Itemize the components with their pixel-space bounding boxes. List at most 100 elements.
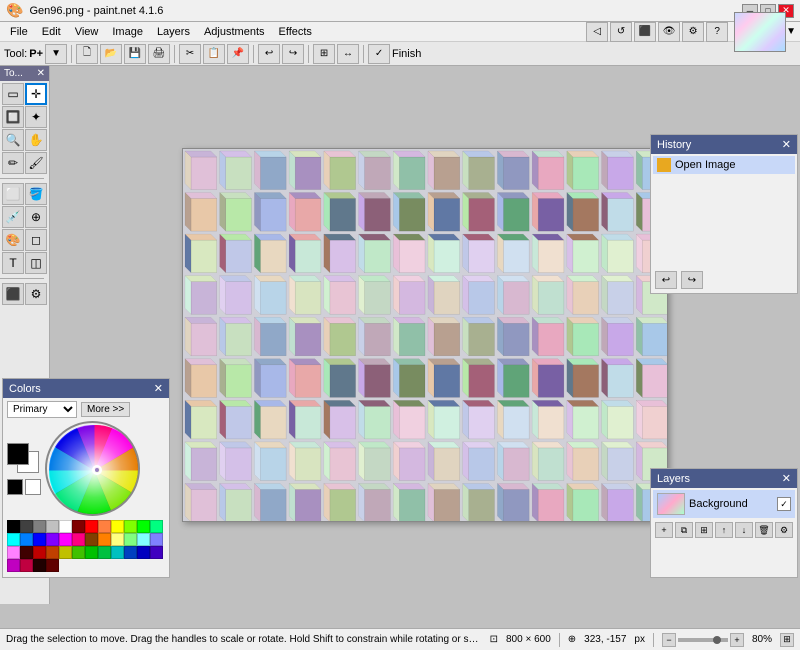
layer-up-btn[interactable]: ↑ xyxy=(715,522,733,538)
palette-color[interactable] xyxy=(7,546,20,559)
palette-color[interactable] xyxy=(33,546,46,559)
tb-crop[interactable]: ⊞ xyxy=(313,44,335,64)
palette-color[interactable] xyxy=(59,533,72,546)
history-redo-btn[interactable]: ↪ xyxy=(681,271,703,289)
tb-redo[interactable]: ↪ xyxy=(282,44,304,64)
tool-zoom[interactable]: 🔍 xyxy=(2,129,24,151)
menu-image[interactable]: Image xyxy=(106,24,149,40)
layer-merge-btn[interactable]: ⊞ xyxy=(695,522,713,538)
palette-color[interactable] xyxy=(137,533,150,546)
tool-pan[interactable]: ✋ xyxy=(25,129,47,151)
tb-save[interactable]: 💾 xyxy=(124,44,146,64)
layer-down-btn[interactable]: ↓ xyxy=(735,522,753,538)
settings-btn[interactable]: ⚙ xyxy=(682,22,704,42)
colors-close-btn[interactable]: ✕ xyxy=(154,382,163,395)
palette-color[interactable] xyxy=(46,520,59,533)
layer-props-btn[interactable]: ⚙ xyxy=(775,522,793,538)
tool-move[interactable]: ✛ xyxy=(25,83,47,105)
palette-color[interactable] xyxy=(72,520,85,533)
palette-color[interactable] xyxy=(111,546,124,559)
tool-rectangle-select[interactable]: ▭ xyxy=(2,83,24,105)
palette-color[interactable] xyxy=(20,559,33,572)
palette-color[interactable] xyxy=(137,520,150,533)
layer-dup-btn[interactable]: ⧉ xyxy=(675,522,693,538)
palette-color[interactable] xyxy=(7,520,20,533)
layer-add-btn[interactable]: + xyxy=(655,522,673,538)
menu-layers[interactable]: Layers xyxy=(151,24,196,40)
tool-brush[interactable]: 🖌 xyxy=(25,152,47,174)
palette-color[interactable] xyxy=(124,546,137,559)
zoom-slider[interactable] xyxy=(678,638,728,642)
palette-color[interactable] xyxy=(59,520,72,533)
foreground-color-swatch[interactable] xyxy=(7,443,29,465)
palette-color[interactable] xyxy=(124,533,137,546)
tool-shapes[interactable]: ◻ xyxy=(25,229,47,251)
white-swatch[interactable] xyxy=(25,479,41,495)
zoom-out-btn[interactable]: − xyxy=(662,633,676,647)
menu-effects[interactable]: Effects xyxy=(273,24,318,40)
palette-color[interactable] xyxy=(46,533,59,546)
palette-color[interactable] xyxy=(46,559,59,572)
main-canvas[interactable] xyxy=(182,148,668,522)
tool-eraser[interactable]: ⬜ xyxy=(2,183,24,205)
palette-color[interactable] xyxy=(85,533,98,546)
palette-color[interactable] xyxy=(137,546,150,559)
tb-print[interactable]: 🖨 xyxy=(148,44,170,64)
zoom-in-btn[interactable]: + xyxy=(730,633,744,647)
palette-color[interactable] xyxy=(124,520,137,533)
palette-color[interactable] xyxy=(33,533,46,546)
tool-lasso[interactable]: 🔲 xyxy=(2,106,24,128)
palette-color[interactable] xyxy=(20,520,33,533)
tool-text[interactable]: T xyxy=(2,252,24,274)
nav-btn-2[interactable]: ↺ xyxy=(610,22,632,42)
palette-color[interactable] xyxy=(72,546,85,559)
more-button[interactable]: More >> xyxy=(81,402,130,417)
tool-recolor[interactable]: 🎨 xyxy=(2,229,24,251)
palette-color[interactable] xyxy=(33,520,46,533)
palette-color[interactable] xyxy=(33,559,46,572)
palette-color[interactable] xyxy=(98,520,111,533)
tb-resize[interactable]: ↔ xyxy=(337,44,359,64)
color-wheel[interactable] xyxy=(45,421,140,516)
tool-color-picker[interactable]: 💉 xyxy=(2,206,24,228)
help-btn[interactable]: ? xyxy=(706,22,728,42)
tb-paste[interactable]: 📌 xyxy=(227,44,249,64)
history-item[interactable]: Open Image xyxy=(653,156,795,174)
tb-undo[interactable]: ↩ xyxy=(258,44,280,64)
palette-color[interactable] xyxy=(7,533,20,546)
tool-pencil[interactable]: ✏ xyxy=(2,152,24,174)
tool-fill[interactable]: 🪣 xyxy=(25,183,47,205)
palette-color[interactable] xyxy=(85,520,98,533)
palette-color[interactable] xyxy=(111,520,124,533)
black-swatch[interactable] xyxy=(7,479,23,495)
tool-extra-2[interactable]: ⚙ xyxy=(25,283,47,305)
layers-close-btn[interactable]: ✕ xyxy=(782,472,791,485)
menu-file[interactable]: File xyxy=(4,24,34,40)
tools-close-btn[interactable]: ✕ xyxy=(37,68,45,79)
nav-btn-3[interactable]: ⬛ xyxy=(634,22,656,42)
thumbnail-arrow[interactable]: ▼ xyxy=(786,26,796,37)
palette-color[interactable] xyxy=(150,533,163,546)
tool-extra-1[interactable]: ⬛ xyxy=(2,283,24,305)
layer-visibility-check[interactable]: ✓ xyxy=(777,497,791,511)
menu-adjustments[interactable]: Adjustments xyxy=(198,24,271,40)
tb-check[interactable]: ✓ xyxy=(368,44,390,64)
tool-clone[interactable]: ⊕ xyxy=(25,206,47,228)
palette-color[interactable] xyxy=(59,546,72,559)
palette-color[interactable] xyxy=(72,533,85,546)
palette-color[interactable] xyxy=(20,546,33,559)
history-undo-btn[interactable]: ↩ xyxy=(655,271,677,289)
tb-cut[interactable]: ✂ xyxy=(179,44,201,64)
tb-open[interactable]: 📂 xyxy=(100,44,122,64)
palette-color[interactable] xyxy=(46,546,59,559)
palette-color[interactable] xyxy=(98,546,111,559)
tb-new[interactable]: 🗋 xyxy=(76,44,98,64)
primary-select[interactable]: Primary xyxy=(7,401,77,418)
tool-magic-wand[interactable]: ✦ xyxy=(25,106,47,128)
palette-color[interactable] xyxy=(85,546,98,559)
nav-btn-4[interactable]: 👁 xyxy=(658,22,680,42)
palette-color[interactable] xyxy=(150,520,163,533)
tb-copy[interactable]: 📋 xyxy=(203,44,225,64)
palette-color[interactable] xyxy=(7,559,20,572)
layer-del-btn[interactable]: 🗑 xyxy=(755,522,773,538)
